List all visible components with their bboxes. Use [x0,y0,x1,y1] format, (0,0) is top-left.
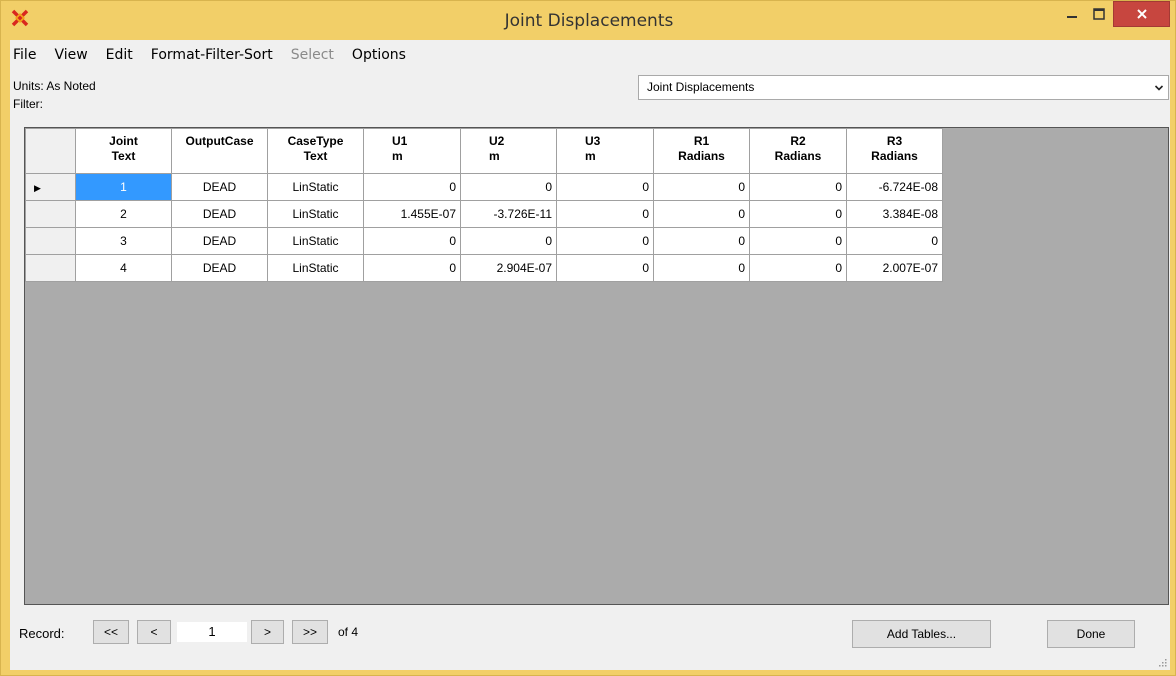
table-row[interactable]: 4 DEAD LinStatic 0 2.904E-07 0 0 0 2.007… [25,254,943,282]
close-icon [1136,9,1147,19]
table-select-value: Joint Displacements [647,80,755,94]
menu-options[interactable]: Options [343,47,415,63]
menu-file[interactable]: File [10,47,45,63]
table-cell[interactable]: 0 [556,254,654,282]
previous-record-button[interactable]: < [137,620,171,644]
column-header[interactable]: R2 Radians [749,128,847,174]
table-row[interactable]: 3 DEAD LinStatic 0 0 0 0 0 0 [25,227,943,255]
table-header-row: Joint Text OutputCase CaseType Text U1 m U2… [25,128,943,174]
table-cell[interactable]: LinStatic [267,227,364,255]
table-cell[interactable]: DEAD [171,173,268,201]
table-cell[interactable]: LinStatic [267,254,364,282]
app-window: Joint Displacements File View Edit Forma… [0,0,1176,676]
table-cell[interactable]: DEAD [171,200,268,228]
column-header[interactable]: R1 Radians [653,128,750,174]
record-number-input[interactable]: 1 [177,622,247,642]
joint-displacements-table: Joint Text OutputCase CaseType Text U1 m U2… [25,128,943,282]
table-row[interactable]: ▶ 1 DEAD LinStatic 0 0 0 0 0 -6.724E-08 [25,173,943,201]
table-cell[interactable]: DEAD [171,227,268,255]
table-cell[interactable]: 0 [460,227,557,255]
minimize-button[interactable] [1059,1,1085,27]
table-cell[interactable]: 0 [846,227,943,255]
row-selector[interactable] [25,200,76,228]
column-header[interactable]: U3 m [556,128,654,174]
record-navigator: Record: << < 1 > >> of 4 Add Tables... D… [10,620,1170,650]
table-cell[interactable]: 0 [556,227,654,255]
row-selector[interactable] [25,254,76,282]
done-button[interactable]: Done [1047,620,1135,648]
column-header[interactable]: R3 Radians [846,128,943,174]
table-cell[interactable]: 0 [749,173,847,201]
table-cell[interactable]: 3.384E-08 [846,200,943,228]
table-cell[interactable]: 0 [653,254,750,282]
table-cell[interactable]: 2.904E-07 [460,254,557,282]
table-cell[interactable]: 0 [556,200,654,228]
table-cell[interactable]: 0 [653,227,750,255]
last-record-button[interactable]: >> [292,620,328,644]
resize-grip-icon[interactable] [1159,659,1167,667]
table-cell[interactable]: 0 [749,227,847,255]
table-cell[interactable]: DEAD [171,254,268,282]
table-cell[interactable]: 3 [75,227,172,255]
table-cell[interactable]: LinStatic [267,173,364,201]
row-selector[interactable] [25,227,76,255]
row-pointer-icon: ▶ [34,183,41,193]
table-cell[interactable]: 0 [653,200,750,228]
table-cell[interactable]: LinStatic [267,200,364,228]
filter-label: Filter: [13,97,43,111]
column-header[interactable]: OutputCase [171,128,268,174]
minimize-icon [1067,16,1077,18]
menu-view[interactable]: View [45,47,96,63]
table-cell[interactable]: -6.724E-08 [846,173,943,201]
table-cell[interactable]: 0 [653,173,750,201]
menu-edit[interactable]: Edit [97,47,142,63]
close-button[interactable] [1113,1,1170,27]
table-cell[interactable]: 0 [363,254,461,282]
menu-select[interactable]: Select [282,47,343,63]
table-cell[interactable]: 0 [749,200,847,228]
table-cell[interactable]: 2.007E-07 [846,254,943,282]
client-area: File View Edit Format-Filter-Sort Select… [10,40,1170,670]
record-count: of 4 [338,625,359,639]
table-cell[interactable]: 0 [749,254,847,282]
units-label: Units: As Noted [13,79,96,93]
maximize-icon [1093,8,1105,20]
table-cell[interactable]: 2 [75,200,172,228]
column-header[interactable]: Joint Text [75,128,172,174]
record-label: Record: [19,626,65,641]
table-row[interactable]: 2 DEAD LinStatic 1.455E-07 -3.726E-11 0 … [25,200,943,228]
data-grid: Joint Text OutputCase CaseType Text U1 m U2… [24,127,1169,605]
table-cell[interactable]: 1 [75,173,172,201]
table-cell[interactable]: -3.726E-11 [460,200,557,228]
row-selector[interactable]: ▶ [25,173,76,201]
table-cell[interactable]: 1.455E-07 [363,200,461,228]
table-cell[interactable]: 0 [363,227,461,255]
table-cell[interactable]: 0 [556,173,654,201]
table-select-dropdown[interactable]: Joint Displacements [638,75,1169,100]
table-cell[interactable]: 0 [460,173,557,201]
first-record-button[interactable]: << [93,620,129,644]
window-title: Joint Displacements [504,11,674,31]
next-record-button[interactable]: > [251,620,284,644]
menu-format-filter-sort[interactable]: Format-Filter-Sort [142,47,282,63]
menu-bar: File View Edit Format-Filter-Sort Select… [10,40,1170,70]
maximize-button[interactable] [1086,1,1112,27]
row-header-corner [25,128,76,174]
column-header[interactable]: U2 m [460,128,557,174]
table-cell[interactable]: 0 [363,173,461,201]
table-cell[interactable]: 4 [75,254,172,282]
add-tables-button[interactable]: Add Tables... [852,620,991,648]
column-header[interactable]: CaseType Text [267,128,364,174]
title-bar[interactable]: Joint Displacements [1,1,1176,39]
chevron-down-icon [1154,76,1164,99]
column-header[interactable]: U1 m [363,128,461,174]
